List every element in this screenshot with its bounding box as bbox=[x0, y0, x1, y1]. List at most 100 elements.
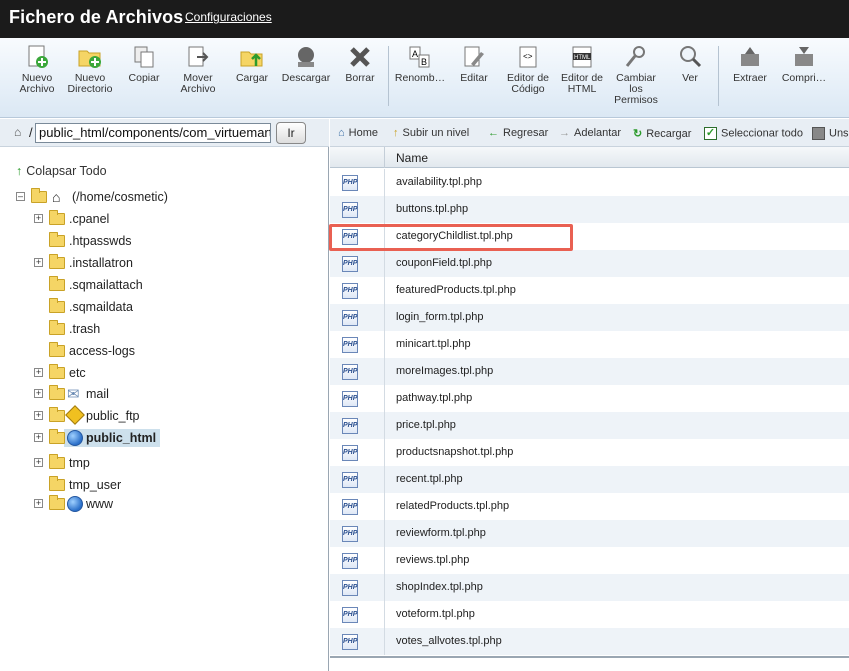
file-row[interactable]: PHP couponField.tpl.php bbox=[330, 250, 849, 277]
php-file-icon: PHP bbox=[342, 391, 358, 407]
permissions-icon bbox=[625, 46, 645, 67]
home-nav-button[interactable]: ⌂ Home bbox=[338, 127, 378, 139]
name-column-header[interactable]: Name bbox=[396, 151, 428, 165]
column-divider bbox=[384, 196, 385, 223]
svg-text:<>: <> bbox=[523, 53, 533, 62]
collapse-all-button[interactable]: ↑ Colapsar Todo bbox=[16, 164, 107, 178]
file-row[interactable]: PHP relatedProducts.tpl.php bbox=[330, 493, 849, 520]
tree-item[interactable]: .sqmaildata bbox=[34, 298, 314, 318]
go-button[interactable]: Ir bbox=[276, 122, 306, 144]
column-divider bbox=[384, 628, 385, 655]
file-row[interactable]: PHP buttons.tpl.php bbox=[330, 196, 849, 223]
expand-toggle-icon[interactable]: + bbox=[34, 499, 43, 508]
file-row[interactable]: PHP votes_allvotes.tpl.php bbox=[330, 628, 849, 655]
file-row[interactable]: PHP productsnapshot.tpl.php bbox=[330, 439, 849, 466]
file-row[interactable]: PHP reviewform.tpl.php bbox=[330, 520, 849, 547]
navigation-bar: ⌂ Home ↑ Subir un nivel ← Regresar → Adelant… bbox=[330, 119, 849, 147]
expand-toggle-icon[interactable]: + bbox=[34, 389, 43, 398]
file-row[interactable]: PHP minicart.tpl.php bbox=[330, 331, 849, 358]
file-row[interactable]: PHP pathway.tpl.php bbox=[330, 385, 849, 412]
file-row[interactable]: PHP featuredProducts.tpl.php bbox=[330, 277, 849, 304]
settings-link[interactable]: Configuraciones bbox=[185, 10, 272, 24]
file-name: votes_allvotes.tpl.php bbox=[396, 635, 502, 647]
select-all-button[interactable]: ✓ Seleccionar todo bbox=[704, 127, 803, 140]
tree-root[interactable]: – ⌂ (/home/cosmetic) bbox=[16, 188, 316, 208]
new-file-icon bbox=[28, 45, 48, 68]
file-row[interactable]: PHP reviews.tpl.php bbox=[330, 547, 849, 574]
tree-item[interactable]: + etc bbox=[34, 364, 314, 384]
column-divider bbox=[384, 223, 385, 250]
tree-item[interactable]: + ✉ mail bbox=[34, 385, 314, 405]
checkbox-checked-icon: ✓ bbox=[704, 127, 717, 140]
tree-item[interactable]: .trash bbox=[34, 320, 314, 340]
tree-item[interactable]: + public_ftp bbox=[34, 405, 314, 427]
expand-toggle-icon[interactable]: + bbox=[34, 458, 43, 467]
home-icon[interactable]: ⌂ bbox=[14, 125, 21, 139]
svg-text:B: B bbox=[421, 57, 427, 67]
new-file-button[interactable]: Nuevo Archivo bbox=[9, 44, 65, 95]
download-button[interactable]: Descargar bbox=[278, 44, 334, 84]
move-file-button[interactable]: Mover Archivo bbox=[170, 44, 226, 95]
upload-button[interactable]: Cargar bbox=[224, 44, 280, 84]
back-button[interactable]: ← Regresar bbox=[488, 127, 548, 139]
rename-button[interactable]: AB Renomb… bbox=[392, 44, 448, 84]
column-divider bbox=[384, 412, 385, 439]
file-name: pathway.tpl.php bbox=[396, 392, 473, 404]
folder-icon bbox=[49, 364, 65, 379]
copy-button[interactable]: Copiar bbox=[116, 44, 172, 84]
edit-button[interactable]: Editar bbox=[446, 44, 502, 84]
code-editor-button[interactable]: <> Editor de Código bbox=[500, 44, 556, 95]
file-row[interactable]: PHP voteform.tpl.php bbox=[330, 601, 849, 628]
file-row[interactable]: PHP availability.tpl.php bbox=[330, 169, 849, 196]
column-divider bbox=[384, 169, 385, 196]
reload-button[interactable]: ↻ Recargar bbox=[633, 127, 691, 140]
column-divider bbox=[384, 147, 385, 168]
arrow-right-icon: → bbox=[559, 127, 570, 139]
folder-icon bbox=[49, 407, 65, 422]
unselect-all-button[interactable]: Uns bbox=[812, 127, 849, 140]
file-name: price.tpl.php bbox=[396, 419, 456, 431]
file-row[interactable]: PHP moreImages.tpl.php bbox=[330, 358, 849, 385]
compress-button[interactable]: Compri… bbox=[776, 44, 832, 84]
extract-button[interactable]: Extraer bbox=[722, 44, 778, 84]
column-divider bbox=[384, 250, 385, 277]
change-permissions-button[interactable]: Cambiar los Permisos bbox=[608, 44, 664, 106]
delete-button[interactable]: Borrar bbox=[332, 44, 388, 84]
up-one-level-button[interactable]: ↑ Subir un nivel bbox=[393, 127, 469, 139]
php-file-icon: PHP bbox=[342, 445, 358, 461]
tree-item[interactable]: .htpasswds bbox=[34, 232, 314, 252]
tree-item[interactable]: + www bbox=[34, 495, 314, 515]
new-folder-button[interactable]: Nuevo Directorio bbox=[62, 44, 118, 95]
file-row[interactable]: PHP categoryChildlist.tpl.php bbox=[330, 223, 849, 250]
tree-item[interactable]: + .installatron bbox=[34, 254, 314, 274]
tree-item[interactable]: tmp_user bbox=[34, 476, 314, 496]
tree-item[interactable]: access-logs bbox=[34, 342, 314, 362]
forward-button[interactable]: → Adelantar bbox=[559, 127, 621, 139]
file-name: couponField.tpl.php bbox=[396, 257, 493, 269]
tree-item[interactable]: .sqmailattach bbox=[34, 276, 314, 296]
php-file-icon: PHP bbox=[342, 256, 358, 272]
tree-item-selected[interactable]: + public_html bbox=[34, 429, 314, 449]
php-file-icon: PHP bbox=[342, 175, 358, 191]
expand-toggle-icon[interactable]: + bbox=[34, 258, 43, 267]
move-file-icon bbox=[188, 46, 209, 67]
view-button[interactable]: Ver bbox=[662, 44, 718, 84]
tree-item[interactable]: + tmp bbox=[34, 454, 314, 474]
php-file-icon: PHP bbox=[342, 607, 358, 623]
php-file-icon: PHP bbox=[342, 499, 358, 515]
expand-toggle-icon[interactable]: + bbox=[34, 368, 43, 377]
expand-toggle-icon[interactable]: + bbox=[34, 433, 43, 442]
path-input[interactable]: public_html/components/com_virtuemart bbox=[35, 123, 271, 143]
column-divider bbox=[384, 358, 385, 385]
file-row[interactable]: PHP recent.tpl.php bbox=[330, 466, 849, 493]
collapse-toggle-icon[interactable]: – bbox=[16, 192, 25, 201]
file-row[interactable]: PHP price.tpl.php bbox=[330, 412, 849, 439]
folder-icon bbox=[49, 232, 65, 247]
file-row[interactable]: PHP shopIndex.tpl.php bbox=[330, 574, 849, 601]
path-slash: / bbox=[29, 125, 33, 140]
tree-item[interactable]: + .cpanel bbox=[34, 210, 314, 230]
expand-toggle-icon[interactable]: + bbox=[34, 411, 43, 420]
html-editor-button[interactable]: HTML Editor de HTML bbox=[554, 44, 610, 95]
expand-toggle-icon[interactable]: + bbox=[34, 214, 43, 223]
file-row[interactable]: PHP login_form.tpl.php bbox=[330, 304, 849, 331]
